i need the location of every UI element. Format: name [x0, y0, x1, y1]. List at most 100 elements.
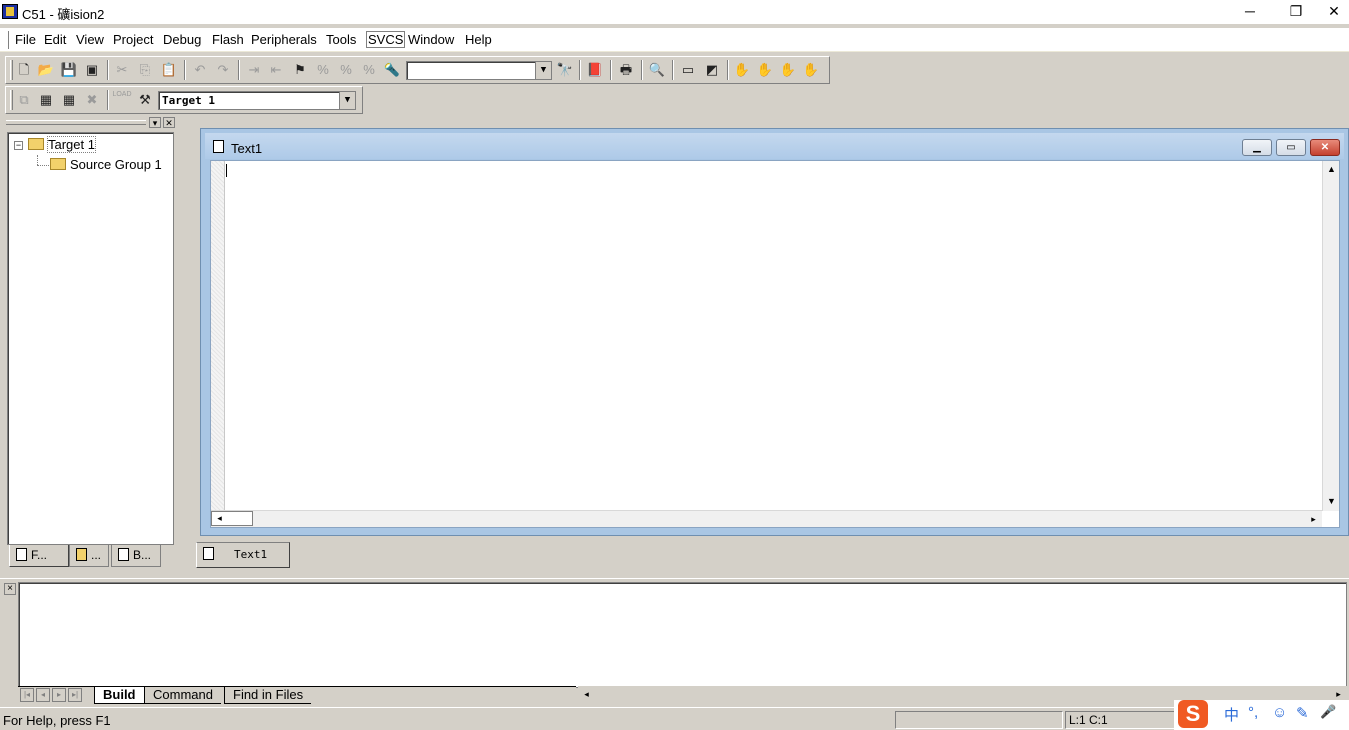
debug-session-icon[interactable]: 🔍 — [647, 60, 667, 80]
unindent-icon[interactable]: ⇤ — [266, 60, 286, 80]
undo-icon[interactable]: ↶ — [190, 60, 210, 80]
binoculars-icon[interactable]: 🔭 — [555, 60, 575, 80]
workspace-drag-handle[interactable] — [6, 120, 146, 125]
menu-window[interactable]: Window — [408, 32, 454, 47]
copy-icon[interactable]: ⎘ — [135, 60, 155, 80]
menu-edit[interactable]: Edit — [44, 32, 66, 47]
editor-minimize-button[interactable]: ▁ — [1242, 139, 1272, 156]
hand-disabled-icon[interactable]: ✋ — [778, 60, 798, 80]
cut-icon[interactable]: ✂ — [112, 60, 132, 80]
menu-view[interactable]: View — [76, 32, 104, 47]
hand-stop-icon[interactable]: ✋ — [755, 60, 775, 80]
tree-item-source-group[interactable]: Source Group 1 — [50, 157, 162, 172]
find-combo[interactable]: ▼ — [406, 61, 552, 80]
menu-file[interactable]: File — [15, 32, 36, 47]
tab-command[interactable]: Command — [144, 687, 221, 704]
bookmark-toggle-icon[interactable]: ⚑ — [290, 60, 310, 80]
vertical-scrollbar[interactable]: ▲ ▼ — [1322, 161, 1339, 511]
menu-flash[interactable]: Flash — [212, 32, 244, 47]
download-icon[interactable]: LOAD — [112, 90, 132, 110]
editor-close-button[interactable]: ✕ — [1310, 139, 1340, 156]
paste-icon[interactable]: 📋 — [159, 60, 179, 80]
menu-grip — [6, 31, 9, 49]
bookmark-prev-icon[interactable]: % — [336, 60, 356, 80]
scroll-left-icon[interactable]: ◂ — [578, 686, 595, 703]
tab-registers[interactable]: ... — [69, 545, 109, 567]
menu-peripherals[interactable]: Peripherals — [251, 32, 317, 47]
workspace-close-button[interactable]: ✕ — [163, 117, 175, 128]
code-editor[interactable]: ▲ ▼ ◂ ▸ — [210, 160, 1340, 528]
output-text-area[interactable] — [18, 582, 1347, 688]
bookmark-next-icon[interactable]: % — [313, 60, 333, 80]
redo-icon[interactable]: ↷ — [213, 60, 233, 80]
ime-emoji-icon[interactable]: ☺ — [1272, 704, 1287, 721]
workspace-menu-button[interactable]: ▾ — [149, 117, 161, 128]
menu-help[interactable]: Help — [465, 32, 492, 47]
indent-icon[interactable]: ⇥ — [244, 60, 264, 80]
hand-icon[interactable]: ✋ — [732, 60, 752, 80]
tree-expander[interactable]: − — [14, 141, 23, 150]
toolbar-separator — [579, 60, 581, 80]
editor-title-bar: Text1 ▁ ▭ ✕ — [205, 133, 1344, 159]
chevron-down-icon[interactable]: ▼ — [535, 62, 551, 79]
workspace-toggle-icon[interactable]: ▭ — [678, 60, 698, 80]
save-all-icon[interactable]: ▣ — [82, 60, 102, 80]
menu-tools[interactable]: Tools — [326, 32, 356, 47]
chevron-down-icon[interactable]: ▼ — [339, 92, 355, 109]
new-file-icon[interactable]: 🗋 — [14, 60, 34, 80]
tab-text1[interactable]: Text1 — [196, 542, 290, 568]
stop-build-icon[interactable]: ✖ — [82, 90, 102, 110]
tab-next-icon[interactable]: ▸ — [52, 688, 66, 702]
menu-debug[interactable]: Debug — [163, 32, 201, 47]
scroll-right-icon[interactable]: ▸ — [1305, 511, 1322, 528]
compile-icon[interactable]: ⧉ — [14, 90, 34, 110]
editor-restore-button[interactable]: ▭ — [1276, 139, 1306, 156]
tab-prev-icon[interactable]: ◂ — [36, 688, 50, 702]
editor-gutter — [211, 161, 225, 510]
print-icon[interactable]: 🖶 — [616, 60, 636, 80]
tab-build[interactable]: Build — [94, 687, 144, 704]
ime-punctuation-icon[interactable]: °, — [1248, 704, 1258, 721]
output-window: × |◂ ◂ ▸ ▸| Build Command Find in Files … — [0, 578, 1349, 704]
registers-icon — [76, 548, 87, 561]
tree-item-target[interactable]: Target 1 — [28, 136, 96, 153]
ime-mic-icon[interactable]: 🎤 — [1320, 704, 1336, 720]
tab-books-label: B... — [133, 548, 152, 562]
horizontal-scroll-thumb[interactable]: ◂ — [211, 511, 253, 526]
sogou-logo-icon[interactable]: S — [1178, 700, 1208, 728]
save-icon[interactable]: 💾 — [59, 60, 79, 80]
tab-find-in-files[interactable]: Find in Files — [224, 687, 312, 704]
toolbar-separator — [672, 60, 674, 80]
ime-pen-icon[interactable]: ✎ — [1296, 704, 1309, 722]
maximize-button[interactable]: ❐ — [1273, 0, 1319, 24]
tab-files[interactable]: F... — [9, 545, 69, 567]
ime-language-icon[interactable]: 中 — [1224, 704, 1239, 725]
scroll-down-icon[interactable]: ▼ — [1323, 493, 1340, 510]
bookmark-clear-icon[interactable]: % — [359, 60, 379, 80]
close-button[interactable]: ✕ — [1319, 0, 1349, 24]
menu-svcs[interactable]: SVCS — [365, 31, 406, 48]
menu-project[interactable]: Project — [113, 32, 153, 47]
tab-last-icon[interactable]: ▸| — [68, 688, 82, 702]
find-in-files-icon[interactable]: 🔦 — [382, 60, 402, 80]
horizontal-scrollbar[interactable]: ◂ ▸ — [211, 510, 1322, 527]
rebuild-all-icon[interactable]: ▦ — [59, 90, 79, 110]
scroll-up-icon[interactable]: ▲ — [1323, 161, 1340, 178]
open-folder-icon[interactable]: 📂 — [36, 60, 56, 80]
browse-source-icon[interactable]: 📕 — [585, 60, 605, 80]
document-icon — [203, 547, 214, 560]
tab-first-icon[interactable]: |◂ — [20, 688, 34, 702]
output-toggle-icon[interactable]: ◩ — [702, 60, 722, 80]
tab-registers-label: ... — [91, 548, 102, 562]
target-select[interactable]: Target 1 ▼ — [158, 91, 356, 110]
toolbar-separator — [641, 60, 643, 80]
scroll-left-icon[interactable]: ◂ — [212, 511, 227, 526]
output-close-button[interactable]: × — [4, 583, 16, 595]
minimize-button[interactable]: ─ — [1227, 0, 1273, 24]
hand-all-icon[interactable]: ✋ — [801, 60, 821, 80]
menu-bar: File Edit View Project Debug Flash Perip… — [0, 28, 1349, 52]
load-label: LOAD — [112, 91, 132, 98]
tab-books[interactable]: B... — [111, 545, 161, 567]
build-target-icon[interactable]: ▦ — [36, 90, 56, 110]
target-options-icon[interactable]: ⚒ — [135, 90, 155, 110]
